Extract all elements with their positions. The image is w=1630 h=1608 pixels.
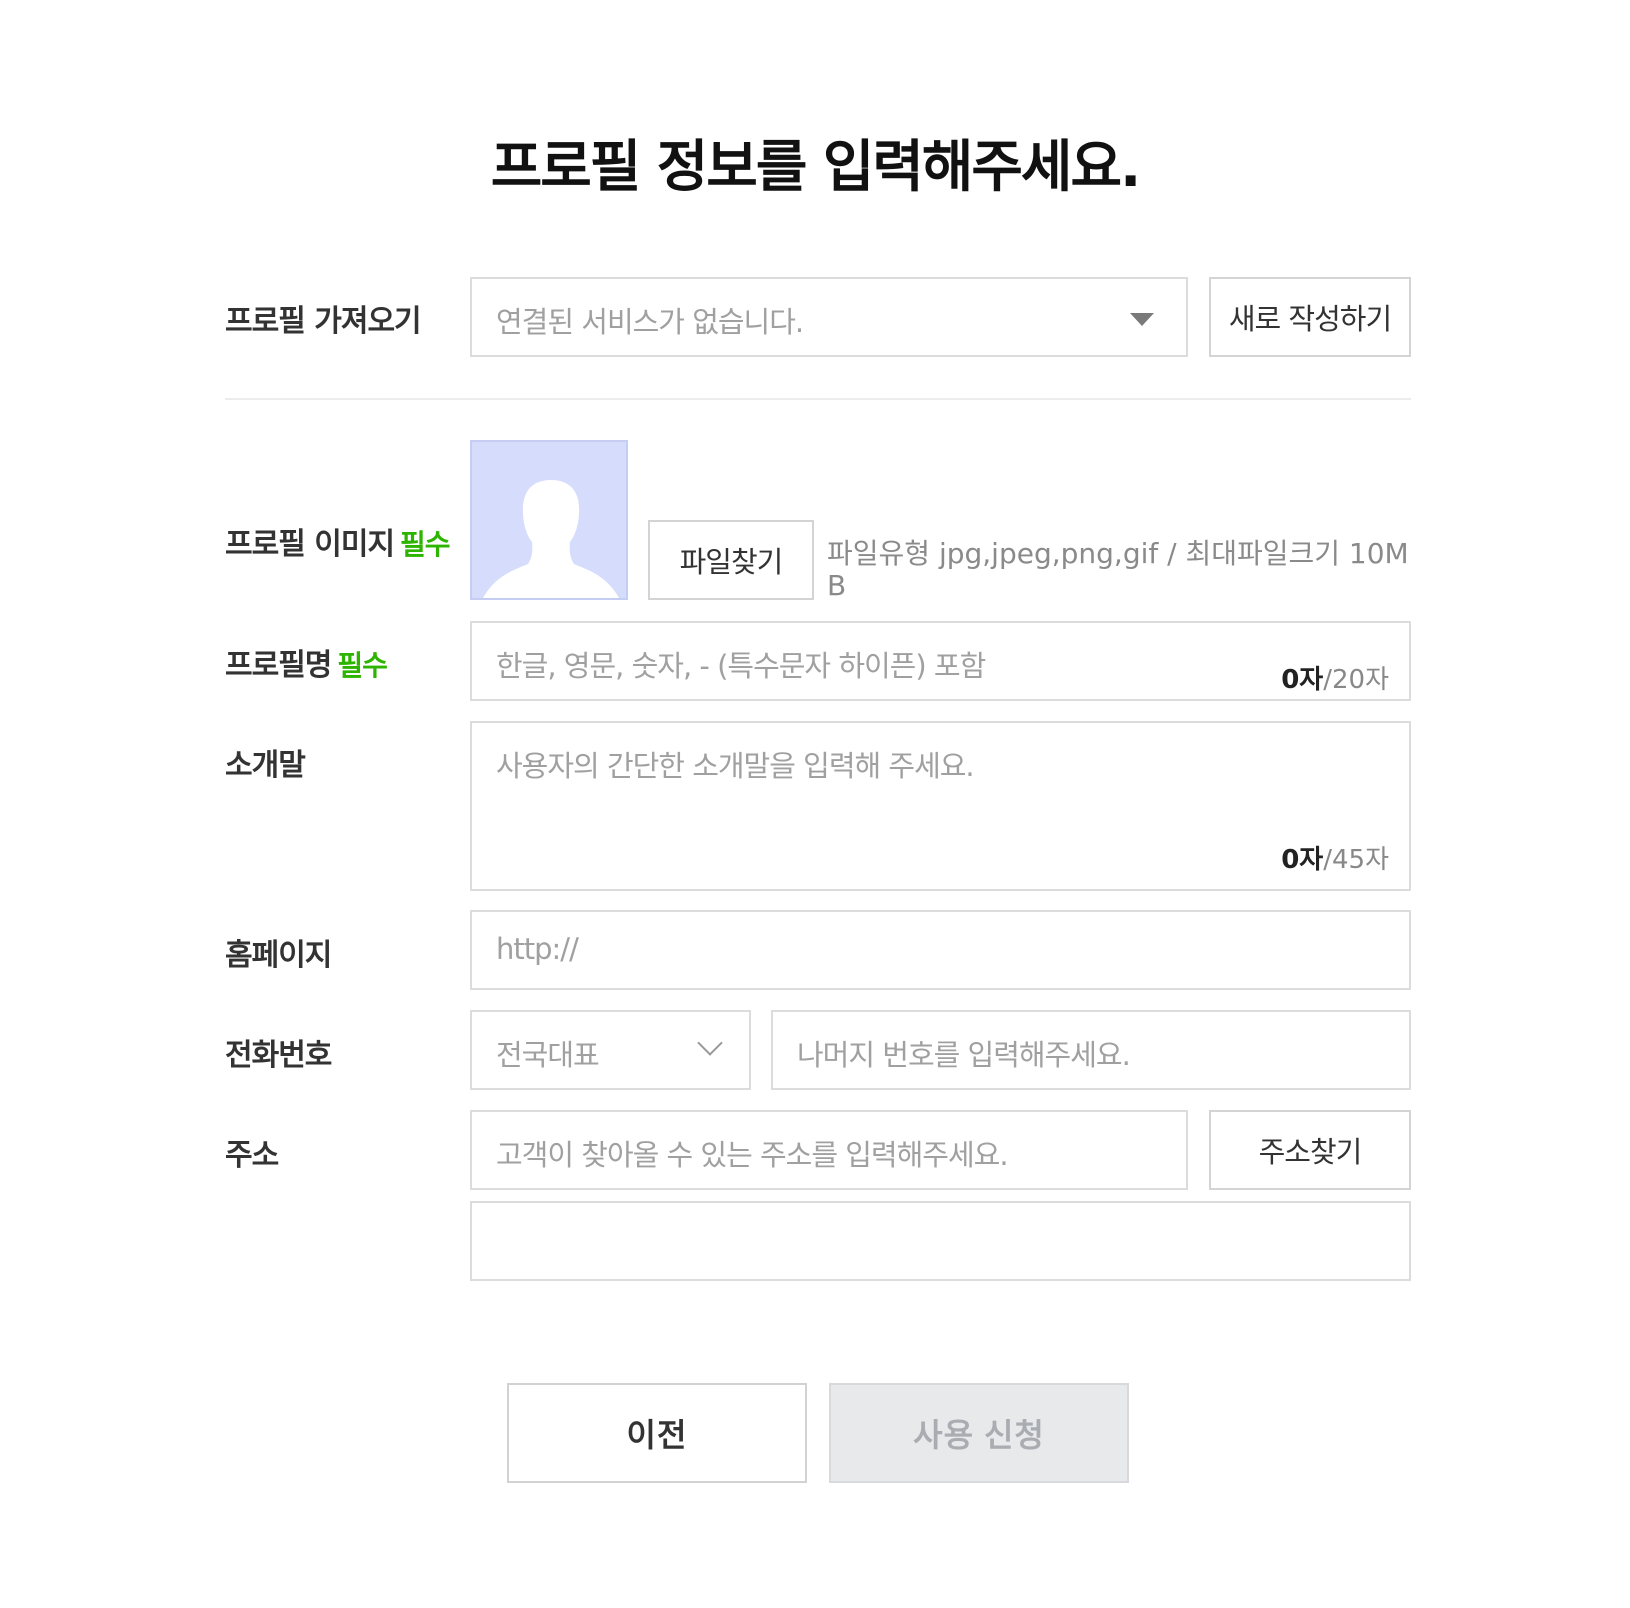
profile-name-label-text: 프로필명 (225, 648, 332, 683)
phone-number-input[interactable]: 나머지 번호를 입력해주세요. (771, 1010, 1411, 1090)
intro-label: 소개말 (225, 748, 306, 783)
find-address-button[interactable]: 주소찾기 (1209, 1110, 1411, 1190)
address-label: 주소 (225, 1138, 279, 1173)
default-avatar-icon (483, 480, 619, 598)
phone-area-select[interactable]: 전국대표 (470, 1010, 751, 1090)
profile-name-label: 프로필명 필수 (225, 640, 388, 684)
prev-button[interactable]: 이전 (507, 1383, 807, 1483)
caret-down-icon (1130, 313, 1154, 326)
profile-image-preview (470, 440, 628, 600)
address-input[interactable]: 고객이 찾아올 수 있는 주소를 입력해주세요. (470, 1110, 1188, 1190)
address-placeholder: 고객이 찾아올 수 있는 주소를 입력해주세요. (496, 1138, 1009, 1172)
phone-number-placeholder: 나머지 번호를 입력해주세요. (797, 1038, 1131, 1072)
homepage-placeholder: http:// (496, 932, 579, 966)
char-max: /45자 (1323, 845, 1389, 875)
char-max: /20자 (1323, 665, 1389, 695)
homepage-label: 홈페이지 (225, 938, 332, 973)
profile-image-label: 프로필 이미지 필수 (225, 519, 451, 563)
intro-textarea[interactable]: 사용자의 간단한 소개말을 입력해 주세요. 0자/45자 (470, 721, 1411, 891)
submit-button[interactable]: 사용 신청 (829, 1383, 1129, 1483)
import-profile-label: 프로필 가져오기 (225, 304, 422, 339)
new-profile-button[interactable]: 새로 작성하기 (1209, 277, 1411, 357)
intro-placeholder: 사용자의 간단한 소개말을 입력해 주세요. (496, 749, 975, 783)
profile-image-label-text: 프로필 이미지 (225, 527, 395, 562)
required-badge: 필수 (400, 528, 451, 561)
phone-label: 전화번호 (225, 1038, 332, 1073)
page-title: 프로필 정보를 입력해주세요. (490, 135, 1142, 200)
profile-name-counter: 0자/20자 (1281, 659, 1389, 696)
profile-form-page: 프로필 정보를 입력해주세요. 프로필 가져오기 연결된 서비스가 없습니다. … (0, 0, 1630, 1608)
char-count: 0자 (1281, 665, 1324, 695)
file-info-text: 파일유형 jpg,jpeg,png,gif / 최대파일크기 10MB (827, 537, 1409, 602)
char-count: 0자 (1281, 845, 1324, 875)
required-badge: 필수 (337, 649, 388, 682)
address-detail-input[interactable] (470, 1201, 1411, 1281)
section-divider (225, 398, 1411, 400)
profile-name-placeholder: 한글, 영문, 숫자, - (특수문자 하이픈) 포함 (496, 649, 986, 683)
find-file-button[interactable]: 파일찾기 (648, 520, 814, 600)
import-profile-select-value: 연결된 서비스가 없습니다. (496, 305, 804, 339)
import-profile-select[interactable]: 연결된 서비스가 없습니다. (470, 277, 1188, 357)
phone-area-value: 전국대표 (496, 1038, 600, 1072)
homepage-input[interactable]: http:// (470, 910, 1411, 990)
chevron-down-icon (697, 1030, 723, 1056)
profile-name-input[interactable]: 한글, 영문, 숫자, - (특수문자 하이픈) 포함 0자/20자 (470, 621, 1411, 701)
intro-counter: 0자/45자 (1281, 839, 1389, 876)
